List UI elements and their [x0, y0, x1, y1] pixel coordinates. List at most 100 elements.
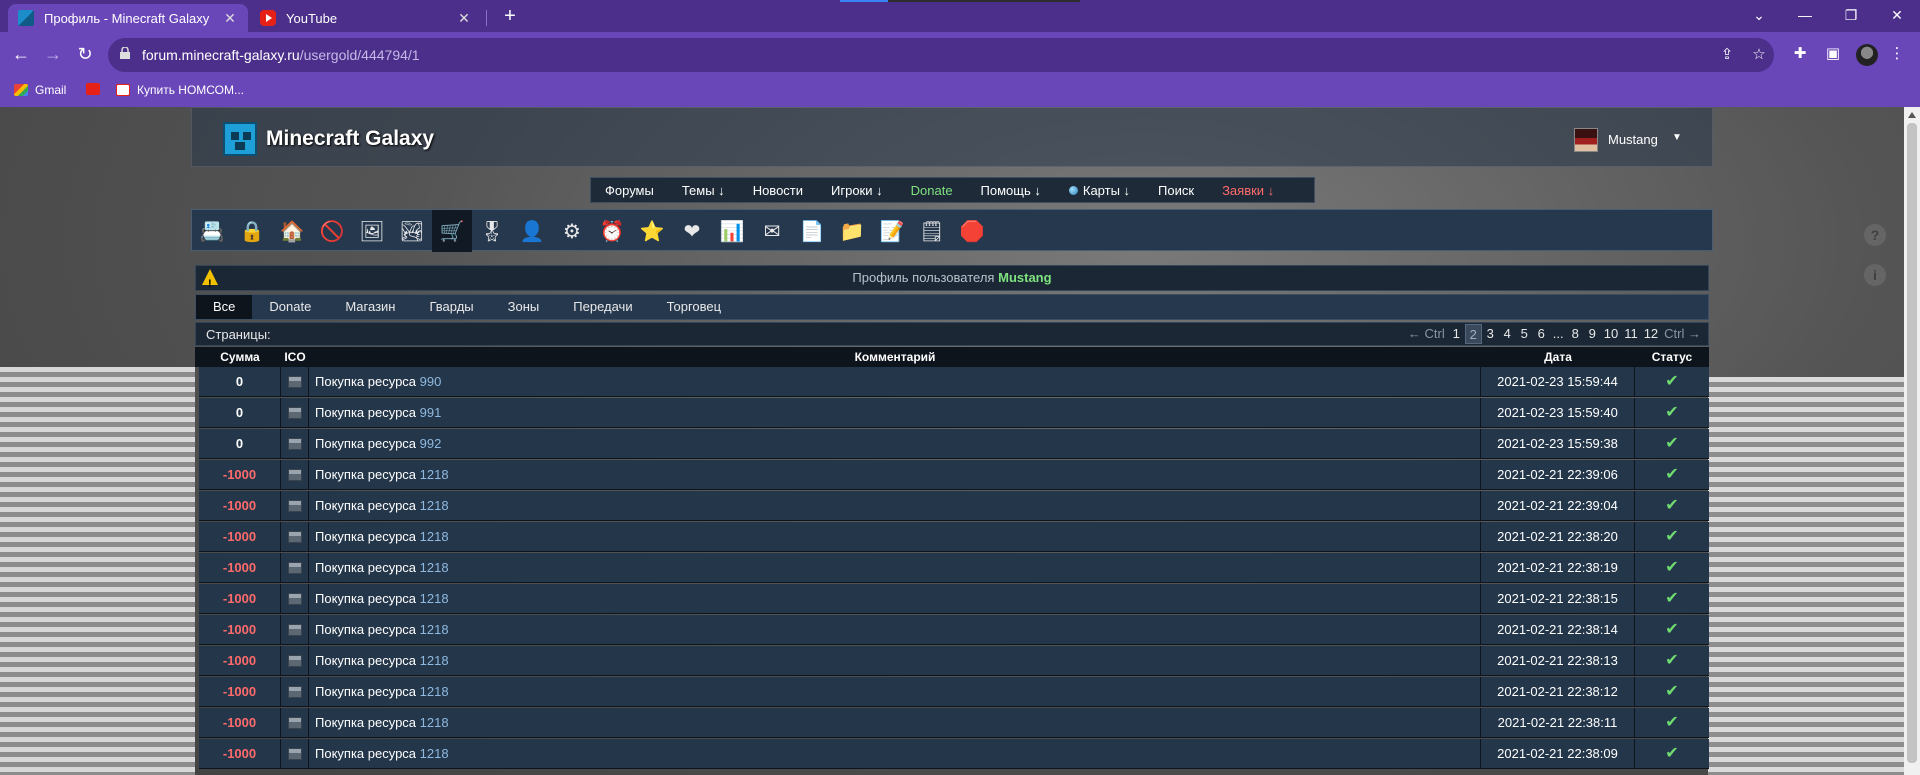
tab-all[interactable]: Все — [196, 295, 253, 319]
cart-icon[interactable]: 🛒 — [432, 210, 472, 252]
tab-trader[interactable]: Торговец — [650, 295, 739, 319]
folder-icon[interactable]: 📁 — [832, 210, 872, 252]
page-link[interactable]: 4 — [1499, 324, 1516, 344]
resource-id-link[interactable]: 991 — [420, 405, 442, 420]
new-tab-button[interactable]: + — [498, 4, 522, 28]
nav-applications[interactable]: Заявки ↓ — [1222, 183, 1274, 198]
bookmark-gmail[interactable]: Gmail — [14, 83, 66, 97]
creeper-logo-icon[interactable] — [223, 122, 257, 156]
nav-maps[interactable]: Карты ↓ — [1068, 183, 1130, 198]
page-link[interactable]: 2 — [1464, 324, 1482, 344]
bookmark-youtube[interactable] — [86, 83, 107, 95]
resource-id-link[interactable]: 1218 — [420, 560, 449, 575]
landscape-icon[interactable]: 🏞 — [392, 210, 432, 252]
star-icon[interactable]: ⭐ — [632, 210, 672, 252]
row-comment: Покупка ресурса 1218 — [309, 553, 1481, 583]
share-icon[interactable]: ⇪ — [1718, 46, 1736, 64]
back-arrow-icon[interactable]: ← — [9, 42, 33, 66]
prev-page-link[interactable]: ← Ctrl — [1405, 324, 1448, 344]
resource-id-link[interactable]: 1218 — [420, 684, 449, 699]
home-icon[interactable]: 🏠 — [272, 210, 312, 252]
vertical-scrollbar[interactable] — [1904, 107, 1920, 775]
page-link[interactable]: 3 — [1482, 324, 1499, 344]
heart-icon[interactable]: ❤ — [672, 210, 712, 252]
picture-icon[interactable]: 🖼 — [352, 210, 392, 252]
minimize-button[interactable]: — — [1782, 0, 1828, 32]
page-link[interactable]: 8 — [1567, 324, 1584, 344]
resource-id-link[interactable]: 1218 — [420, 653, 449, 668]
extensions-puzzle-icon[interactable]: ✚ — [1790, 44, 1810, 64]
resource-id-link[interactable]: 1218 — [420, 591, 449, 606]
nav-topics[interactable]: Темы ↓ — [682, 183, 725, 198]
row-comment: Покупка ресурса 1218 — [309, 646, 1481, 676]
tab-youtube[interactable]: YouTube ✕ — [250, 4, 482, 32]
lock-icon[interactable]: 🔒 — [232, 210, 272, 252]
user-menu-name[interactable]: Mustang — [1608, 132, 1658, 147]
mail-icon[interactable]: ✉ — [752, 210, 792, 252]
page-link[interactable]: 5 — [1516, 324, 1533, 344]
medal-icon[interactable]: 🎖 — [472, 210, 512, 252]
page-link[interactable]: 6 — [1533, 324, 1550, 344]
next-page-link[interactable]: Ctrl → — [1661, 324, 1704, 344]
browser-menu-icon[interactable]: ⋮ — [1887, 44, 1907, 64]
resource-id-link[interactable]: 1218 — [420, 746, 449, 761]
tab-zones[interactable]: Зоны — [491, 295, 557, 319]
tab-search-chevron-icon[interactable]: ⌄ — [1736, 0, 1782, 32]
bookmark-star-icon[interactable]: ☆ — [1750, 46, 1768, 64]
close-icon[interactable]: ✕ — [222, 10, 238, 27]
reload-icon[interactable]: ↻ — [73, 42, 97, 66]
ban-icon[interactable]: 🚫 — [312, 210, 352, 252]
profile-username[interactable]: Mustang — [998, 270, 1051, 285]
side-panel-icon[interactable]: ▣ — [1823, 44, 1843, 64]
nav-players[interactable]: Игроки ↓ — [831, 183, 883, 198]
row-date: 2021-02-23 15:59:44 — [1481, 367, 1635, 397]
close-window-button[interactable]: ✕ — [1874, 0, 1920, 32]
nav-donate[interactable]: Donate — [911, 183, 953, 198]
notes-icon[interactable]: 🗒 — [912, 210, 952, 252]
page-link[interactable]: 11 — [1621, 324, 1641, 344]
alarm-clock-icon[interactable]: ⏰ — [592, 210, 632, 252]
tab-guards[interactable]: Гварды — [412, 295, 490, 319]
check-icon: ✔ — [1665, 528, 1679, 545]
address-book-icon[interactable]: 📇 — [192, 210, 232, 252]
resource-id-link[interactable]: 1218 — [420, 529, 449, 544]
nav-forums[interactable]: Форумы — [605, 183, 654, 198]
forward-arrow-icon[interactable]: → — [41, 42, 65, 66]
help-icon[interactable]: ? — [1864, 224, 1886, 246]
tab-donate[interactable]: Donate — [252, 295, 328, 319]
tab-shop[interactable]: Магазин — [328, 295, 412, 319]
close-icon[interactable]: ✕ — [456, 10, 472, 27]
notepad-icon[interactable]: 📝 — [872, 210, 912, 252]
page-link[interactable]: 1 — [1448, 324, 1465, 344]
address-bar[interactable]: forum.minecraft-galaxy.ru/usergold/44479… — [108, 38, 1774, 72]
bookmark-shop[interactable]: Купить НОМСОМ... — [116, 83, 244, 97]
gear-icon[interactable]: ⚙ — [552, 210, 592, 252]
info-icon[interactable]: i — [1864, 264, 1886, 286]
avatar[interactable] — [1574, 128, 1598, 152]
site-logo[interactable]: Minecraft Galaxy — [266, 127, 434, 151]
nav-help[interactable]: Помощь ↓ — [981, 183, 1041, 198]
resource-id-link[interactable]: 1218 — [420, 622, 449, 637]
scrollbar-thumb[interactable] — [1907, 123, 1917, 763]
tab-transfers[interactable]: Передачи — [556, 295, 649, 319]
scroll-up-arrow-icon[interactable] — [1908, 112, 1916, 118]
resource-id-link[interactable]: 1218 — [420, 467, 449, 482]
caret-down-icon[interactable]: ▼ — [1672, 132, 1682, 143]
profile-avatar[interactable] — [1856, 44, 1878, 66]
nav-news[interactable]: Новости — [753, 183, 803, 198]
check-icon: ✔ — [1665, 714, 1679, 731]
chart-icon[interactable]: 📊 — [712, 210, 752, 252]
nav-search[interactable]: Поиск — [1158, 183, 1194, 198]
page-link[interactable]: 9 — [1584, 324, 1601, 344]
stop-icon[interactable]: 🛑 — [952, 210, 992, 252]
page-link[interactable]: 12 — [1641, 324, 1661, 344]
resource-id-link[interactable]: 1218 — [420, 498, 449, 513]
user-icon[interactable]: 👤 — [512, 210, 552, 252]
sheet-icon[interactable]: 📄 — [792, 210, 832, 252]
resource-id-link[interactable]: 990 — [420, 374, 442, 389]
page-link[interactable]: 10 — [1601, 324, 1621, 344]
resource-id-link[interactable]: 992 — [420, 436, 442, 451]
tab-minecraft-galaxy[interactable]: Профиль - Minecraft Galaxy ✕ — [8, 4, 248, 32]
resource-id-link[interactable]: 1218 — [420, 715, 449, 730]
restore-button[interactable]: ❐ — [1828, 0, 1874, 32]
